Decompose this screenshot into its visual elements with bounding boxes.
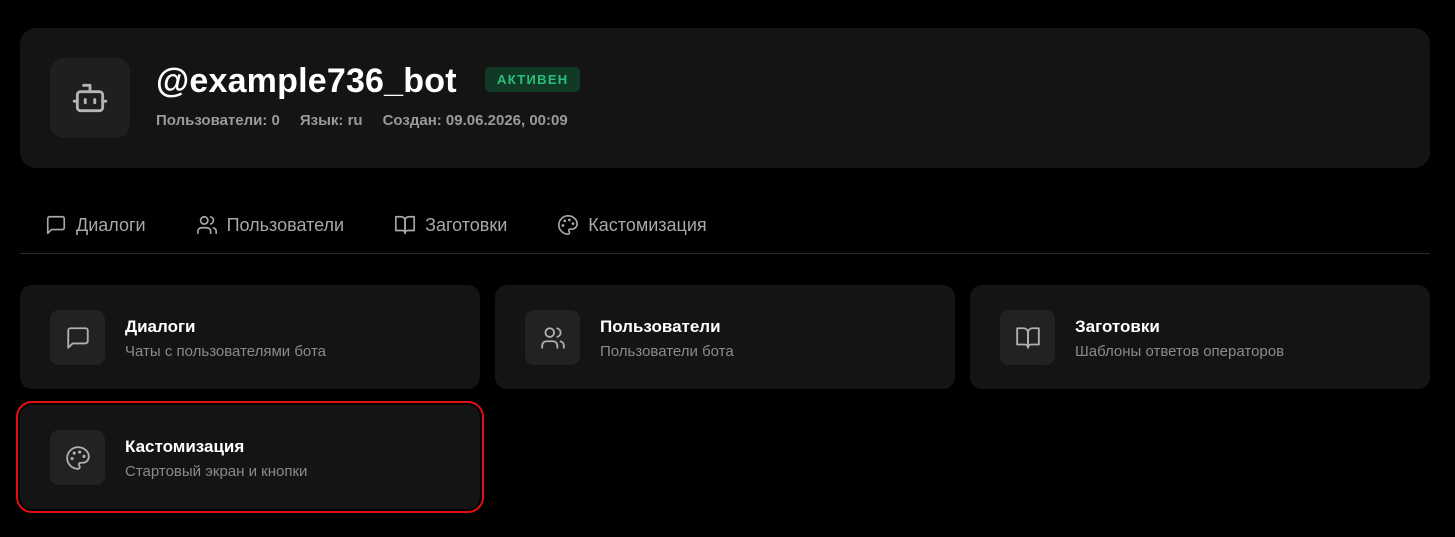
meta-language: Язык: ru xyxy=(299,112,363,129)
users-icon xyxy=(540,325,566,351)
section-card-customization[interactable]: Кастомизация Стартовый экран и кнопки xyxy=(16,401,484,513)
bot-icon xyxy=(71,79,109,117)
tab-templates[interactable]: Заготовки xyxy=(369,196,532,254)
section-card-dialogs[interactable]: Диалоги Чаты с пользователями бота xyxy=(20,285,480,389)
book-open-icon xyxy=(1015,325,1041,351)
card-description: Стартовый экран и кнопки xyxy=(125,463,308,480)
card-icon-box xyxy=(50,430,105,485)
card-title: Диалоги xyxy=(125,317,196,336)
tab-label: Заготовки xyxy=(425,214,508,235)
card-icon-box xyxy=(525,310,580,365)
palette-icon xyxy=(557,214,579,236)
tab-users[interactable]: Пользователи xyxy=(171,196,369,254)
card-title: Пользователи xyxy=(600,317,721,336)
card-description: Пользователи бота xyxy=(600,343,734,360)
card-title: Кастомизация xyxy=(125,437,245,456)
bot-header-card: @example736_bot АКТИВЕН Пользователи: 0 … xyxy=(20,28,1430,168)
tab-bar: Диалоги Пользователи Заготовки Кастомиза… xyxy=(20,196,1430,254)
card-icon-box xyxy=(1000,310,1055,365)
meta-users: Пользователи: 0 xyxy=(156,112,280,129)
tab-label: Кастомизация xyxy=(588,214,707,235)
message-square-icon xyxy=(65,325,91,351)
meta-created: Создан: 09.06.2026, 00:09 xyxy=(382,112,568,129)
card-description: Чаты с пользователями бота xyxy=(125,343,326,360)
tab-label: Диалоги xyxy=(76,214,146,235)
card-icon-box xyxy=(50,310,105,365)
card-description: Шаблоны ответов операторов xyxy=(1075,343,1285,360)
palette-icon xyxy=(65,445,91,471)
tab-customization[interactable]: Кастомизация xyxy=(532,196,731,254)
card-title: Заготовки xyxy=(1075,317,1160,336)
section-card-users[interactable]: Пользователи Пользователи бота xyxy=(495,285,955,389)
status-badge: АКТИВЕН xyxy=(485,67,581,92)
bot-meta: Пользователи: 0 Язык: ru Создан: 09.06.2… xyxy=(156,112,568,129)
message-square-icon xyxy=(45,214,67,236)
tab-label: Пользователи xyxy=(226,214,345,235)
bot-avatar xyxy=(50,58,130,138)
book-open-icon xyxy=(394,214,416,236)
section-card-templates[interactable]: Заготовки Шаблоны ответов операторов xyxy=(970,285,1430,389)
tab-dialogs[interactable]: Диалоги xyxy=(20,196,171,254)
users-icon xyxy=(196,214,218,236)
bot-username: @example736_bot xyxy=(156,62,457,100)
